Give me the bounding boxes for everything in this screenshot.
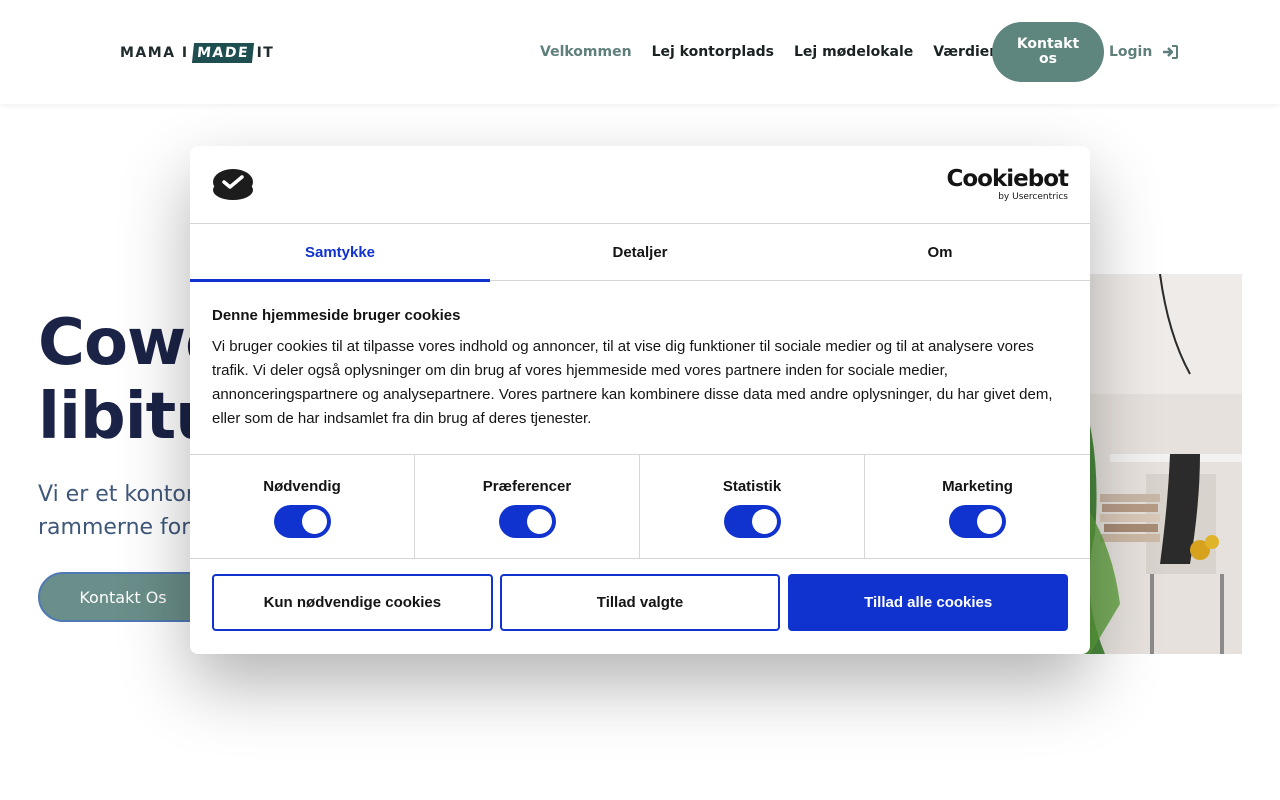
cookiebot-brand-name: Cookiebot (946, 166, 1069, 192)
nav-item-lej-modelokale[interactable]: Lej mødelokale (794, 44, 913, 60)
cookie-consent-dialog: Cookiebot by Usercentrics Samtykke Detal… (190, 146, 1090, 654)
cookiebot-brand-sub: by Usercentrics (998, 192, 1068, 202)
necessary-only-button[interactable]: Kun nødvendige cookies (212, 574, 493, 631)
main-nav: Velkommen Lej kontorplads Lej mødelokale… (540, 44, 1070, 60)
page: MAMA I MADE IT Velkommen Lej kontorplads… (0, 0, 1280, 800)
dialog-body: Denne hjemmeside bruger cookies Vi bruge… (212, 306, 1068, 431)
consent-category-statistik: Statistik (640, 455, 865, 559)
toggle-praeferencer[interactable] (498, 505, 556, 538)
login-label: Login (1109, 44, 1153, 60)
dialog-description: Vi bruger cookies til at tilpasse vores … (212, 338, 1053, 427)
dialog-tabs: Samtykke Detaljer Om (190, 224, 1090, 282)
logo-text-mama: MAMA I (120, 45, 189, 61)
dialog-heading: Denne hjemmeside bruger cookies (212, 307, 461, 324)
toggle-nodvendig[interactable] (273, 505, 331, 538)
allow-selected-button[interactable]: Tillad valgte (499, 574, 781, 631)
nav-item-lej-kontorplads[interactable]: Lej kontorplads (652, 44, 774, 60)
cookiebot-logo: Cookiebot by Usercentrics (946, 166, 1069, 202)
site-header: MAMA I MADE IT Velkommen Lej kontorplads… (0, 0, 1280, 104)
toggle-statistik[interactable] (723, 505, 781, 538)
tab-detaljer[interactable]: Detaljer (490, 224, 790, 281)
toggle-marketing[interactable] (949, 505, 1006, 538)
login-arrow-icon (1163, 45, 1179, 59)
logo-text-it: IT (256, 45, 275, 61)
nav-item-velkommen[interactable]: Velkommen (540, 44, 632, 60)
consent-category-nodvendig: Nødvendig (190, 455, 415, 559)
consent-categories: Nødvendig Præferencer Statistik Marketin… (190, 454, 1090, 559)
tab-samtykke[interactable]: Samtykke (190, 224, 490, 282)
cookiebot-check-icon (213, 169, 253, 200)
consent-category-praeferencer: Præferencer (415, 455, 640, 559)
login-link[interactable]: Login (1109, 44, 1179, 60)
consent-label-statistik: Statistik (722, 478, 782, 495)
allow-all-button[interactable]: Tillad alle cookies (788, 574, 1069, 631)
dialog-buttons: Kun nødvendige cookies Tillad valgte Til… (212, 574, 1069, 631)
tab-om[interactable]: Om (790, 224, 1090, 281)
consent-category-marketing: Marketing (865, 455, 1090, 559)
consent-label-marketing: Marketing (942, 478, 1013, 495)
logo-text-made: MADE (191, 43, 254, 63)
contact-button[interactable]: Kontakt os (992, 22, 1104, 82)
consent-label-praeferencer: Præferencer (482, 478, 572, 495)
site-logo[interactable]: MAMA I MADE IT (120, 40, 274, 66)
consent-label-nodvendig: Nødvendig (263, 478, 341, 495)
dialog-header: Cookiebot by Usercentrics (190, 146, 1090, 224)
